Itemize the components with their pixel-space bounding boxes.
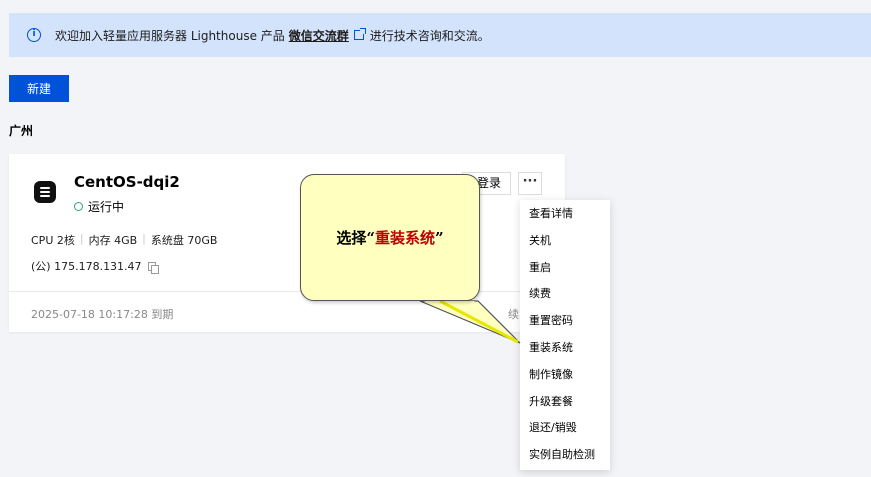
menu-item-reset-password[interactable]: 重置密码 [520, 308, 610, 335]
menu-item-upgrade-plan[interactable]: 升级套餐 [520, 389, 610, 416]
info-icon: i [27, 28, 41, 42]
running-status-icon [74, 202, 83, 211]
external-link-icon[interactable] [353, 28, 366, 40]
spec-divider: | [142, 232, 146, 245]
menu-item-details[interactable]: 查看详情 [520, 201, 610, 228]
callout-prefix: 选择“ [336, 229, 375, 247]
disk-spec: 系统盘 70GB [150, 234, 218, 247]
renew-link[interactable]: 续 [508, 306, 519, 322]
card-divider [9, 291, 565, 292]
cpu-spec: CPU 2核 [31, 234, 75, 247]
top-bar [0, 0, 871, 12]
menu-item-renew[interactable]: 续费 [520, 281, 610, 308]
more-actions-button[interactable]: ··· [518, 172, 542, 195]
ip-text: (公) 175.178.131.47 [31, 260, 142, 273]
instance-specs: CPU 2核 | 内存 4GB | 系统盘 70GB [31, 232, 217, 248]
menu-item-create-image[interactable]: 制作镜像 [520, 362, 610, 389]
wechat-group-link[interactable]: 微信交流群 [289, 27, 349, 44]
notice-text: 欢迎加入轻量应用服务器 Lighthouse 产品 [55, 28, 285, 43]
new-button[interactable]: 新建 [9, 75, 69, 102]
notice-banner: i 欢迎加入轻量应用服务器 Lighthouse 产品 微信交流群 进行技术咨询… [9, 13, 871, 57]
centos-icon [34, 181, 56, 203]
more-actions-menu: 查看详情 关机 重启 续费 重置密码 重装系统 制作镜像 升级套餐 退还/销毁 … [520, 200, 610, 470]
menu-item-return-destroy[interactable]: 退还/销毁 [520, 415, 610, 442]
notice-text-after: 进行技术咨询和交流。 [369, 28, 490, 43]
region-title: 广州 [9, 124, 34, 138]
menu-item-reinstall-system[interactable]: 重装系统 [520, 335, 610, 362]
memory-spec: 内存 4GB [88, 234, 138, 247]
menu-item-shutdown[interactable]: 关机 [520, 228, 610, 255]
instance-card: CentOS-dqi2 运行中 CPU 2核 | 内存 4GB | 系统盘 70… [9, 154, 565, 332]
status-text: 运行中 [88, 200, 125, 214]
copy-icon[interactable] [147, 261, 159, 274]
callout-annotation: 选择“ 重装系统” [300, 174, 480, 301]
spec-divider: | [79, 232, 84, 245]
expire-date: 2025-07-18 10:17:28 到期 [31, 308, 174, 321]
status-indicator: 运行中 [74, 198, 124, 215]
instance-name[interactable]: CentOS-dqi2 [74, 173, 180, 191]
menu-item-self-check[interactable]: 实例自助检测 [520, 442, 610, 469]
menu-item-restart[interactable]: 重启 [520, 255, 610, 282]
callout-highlight: 重装系统 [374, 229, 435, 247]
public-ip: (公) 175.178.131.47 [31, 258, 159, 274]
callout-suffix: ” [435, 228, 444, 247]
